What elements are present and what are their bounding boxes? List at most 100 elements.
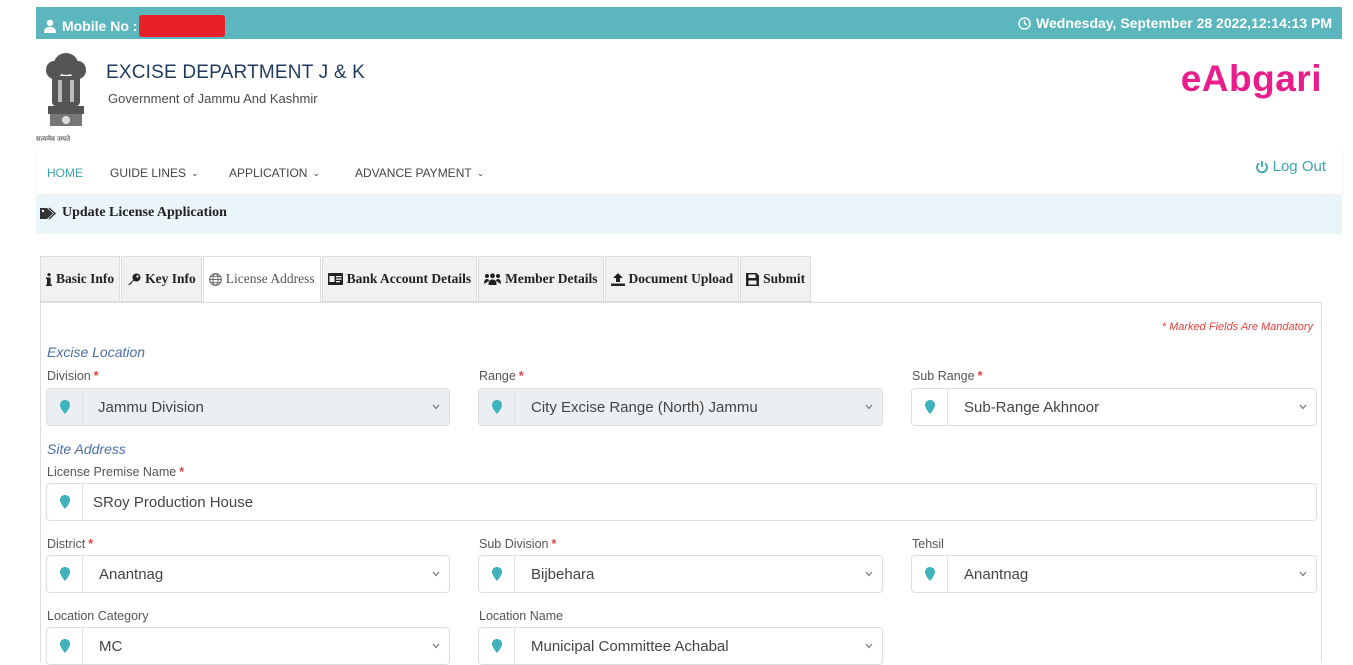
map-marker-icon <box>924 567 935 581</box>
redacted-mobile-number <box>139 15 226 37</box>
chevron-down-icon: ⌄ <box>191 167 199 178</box>
datetime-display: Wednesday, September 28 2022,12:14:13 PM <box>1018 15 1332 31</box>
chevron-down-icon: ⌄ <box>476 167 485 178</box>
tags-icon <box>40 206 57 220</box>
users-icon <box>484 273 502 285</box>
tab-key-info[interactable]: Key Info <box>121 256 202 301</box>
logout-button[interactable]: Log Out <box>1255 158 1326 175</box>
national-emblem-icon <box>46 53 86 126</box>
chevron-down-icon <box>1299 404 1307 410</box>
section-site-address: Site Address <box>47 441 126 457</box>
required-asterisk: * <box>977 369 983 383</box>
logout-label: Log Out <box>1272 158 1326 175</box>
tab-submit[interactable]: Submit <box>740 256 812 301</box>
nav-application-label: APPLICATION <box>229 166 308 180</box>
tab-bank-account-details-label: Bank Account Details <box>346 271 472 286</box>
range-value: City Excise Range (North) Jammu <box>531 398 758 416</box>
page-title: Update License Application <box>40 205 227 221</box>
chevron-down-icon: ⌄ <box>312 167 321 178</box>
tab-license-address[interactable]: License Address <box>202 256 321 302</box>
chevron-down-icon <box>865 571 873 577</box>
tehsil-select[interactable]: Anantnag <box>911 555 1317 593</box>
map-marker-icon <box>491 567 502 581</box>
tab-license-address-label: License Address <box>225 271 315 286</box>
sub-division-label: Sub Division * <box>479 537 556 551</box>
clock-icon <box>1018 16 1031 30</box>
emblem-caption: सत्यमेव जयते <box>36 136 71 143</box>
chevron-down-icon <box>432 571 440 577</box>
sub-range-value: Sub-Range Akhnoor <box>964 398 1100 416</box>
district-value: Anantnag <box>99 565 164 583</box>
division-select[interactable]: Jammu Division <box>46 388 450 426</box>
required-asterisk: * <box>518 369 524 383</box>
tab-key-info-label: Key Info <box>145 271 196 286</box>
premise-name-input[interactable]: SRoy Production House <box>46 483 1317 521</box>
brand-logo: eAbgari <box>1180 58 1322 99</box>
tab-submit-label: Submit <box>763 271 806 286</box>
page-heading-band: Update License Application <box>36 196 1342 234</box>
nav-guide-lines[interactable]: GUIDE LINES ⌄ <box>110 166 199 180</box>
map-marker-icon <box>59 400 70 414</box>
application-tabs: Basic Info Key Info License Address Bank… <box>40 256 813 302</box>
tab-basic-info[interactable]: Basic Info <box>40 256 121 301</box>
mobile-number: Mobile No : <box>44 15 226 37</box>
map-marker-icon <box>491 639 502 653</box>
tab-member-details-label: Member Details <box>505 271 598 286</box>
mandatory-fields-note: * Marked Fields Are Mandatory <box>1161 321 1313 333</box>
map-marker-icon <box>491 400 502 414</box>
government-subtitle: Government of Jammu And Kashmir <box>108 91 318 106</box>
sub-division-label-text: Sub Division <box>479 537 549 551</box>
department-title: EXCISE DEPARTMENT J & K <box>106 62 366 83</box>
premise-name-value: SRoy Production House <box>93 493 254 511</box>
location-category-select[interactable]: MC <box>46 627 450 665</box>
location-name-value: Municipal Committee Achabal <box>531 637 729 655</box>
tab-bank-account-details[interactable]: Bank Account Details <box>321 256 478 301</box>
sub-range-select[interactable]: Sub-Range Akhnoor <box>911 388 1317 426</box>
required-asterisk: * <box>551 537 557 551</box>
tab-basic-info-label: Basic Info <box>56 271 115 286</box>
division-label: Division * <box>47 369 99 383</box>
district-label: District * <box>47 537 93 551</box>
tehsil-value: Anantnag <box>964 565 1029 583</box>
required-asterisk: * <box>93 369 99 383</box>
key-icon <box>127 273 141 286</box>
location-category-value: MC <box>99 637 123 655</box>
save-icon <box>746 272 760 286</box>
tehsil-label: Tehsil <box>912 537 944 551</box>
license-address-form: * Marked Fields Are Mandatory Excise Loc… <box>40 302 1322 665</box>
globe-icon <box>208 272 222 286</box>
power-icon <box>1255 160 1268 173</box>
sub-division-select[interactable]: Bijbehara <box>478 555 883 593</box>
nav-guide-lines-label: GUIDE LINES <box>110 166 187 180</box>
sub-division-value: Bijbehara <box>531 565 595 583</box>
district-select[interactable]: Anantnag <box>46 555 450 593</box>
nav-advance-payment[interactable]: ADVANCE PAYMENT ⌄ <box>355 166 484 180</box>
mobile-label: Mobile No : <box>62 18 138 34</box>
section-excise-location: Excise Location <box>47 344 146 360</box>
division-value: Jammu Division <box>98 398 204 416</box>
premise-name-label: License Premise Name * <box>47 465 184 479</box>
required-asterisk: * <box>179 465 185 479</box>
main-navbar: HOME GUIDE LINES ⌄ APPLICATION ⌄ ADVANCE… <box>36 148 1342 194</box>
division-label-text: Division <box>47 369 91 383</box>
nav-home-label: HOME <box>47 166 83 180</box>
tab-document-upload-label: Document Upload <box>628 271 734 286</box>
map-marker-icon <box>59 495 70 509</box>
sub-range-label-text: Sub Range <box>912 369 975 383</box>
tab-document-upload[interactable]: Document Upload <box>604 256 740 301</box>
page-title-text: Update License Application <box>62 205 227 220</box>
chevron-down-icon <box>432 404 440 410</box>
location-category-label: Location Category <box>47 609 149 623</box>
range-select[interactable]: City Excise Range (North) Jammu <box>478 388 883 426</box>
nav-home[interactable]: HOME <box>47 166 83 180</box>
user-icon <box>44 19 56 33</box>
upload-icon <box>610 272 625 286</box>
location-name-label: Location Name <box>479 609 564 623</box>
id-card-icon <box>327 273 343 285</box>
top-bar: Mobile No : Wednesday, September 28 2022… <box>36 7 1342 39</box>
chevron-down-icon <box>865 643 873 649</box>
site-header: सत्यमेव जयते EXCISE DEPARTMENT J & K Gov… <box>36 46 1342 146</box>
nav-application[interactable]: APPLICATION ⌄ <box>229 166 320 180</box>
tab-member-details[interactable]: Member Details <box>478 256 604 301</box>
location-name-select[interactable]: Municipal Committee Achabal <box>478 627 883 665</box>
